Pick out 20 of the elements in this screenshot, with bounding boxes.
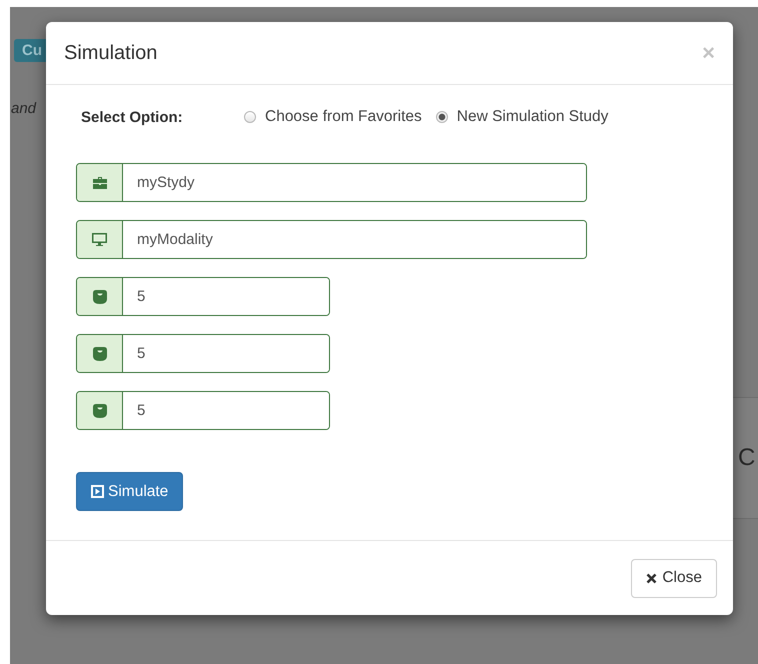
background-text: and (11, 100, 36, 117)
close-button[interactable]: Close (631, 558, 717, 598)
play-icon (91, 485, 104, 498)
input-field[interactable]: myModality (76, 220, 587, 259)
simulate-button[interactable]: Simulate (76, 472, 184, 511)
gauge-icon (92, 404, 106, 418)
briefcase-icon (92, 176, 106, 188)
input-field[interactable]: 5 (76, 391, 330, 430)
monitor-icon (92, 233, 107, 246)
radio-button[interactable] (244, 111, 256, 123)
background-heading: C (738, 444, 756, 472)
gauge-icon (92, 346, 106, 360)
radio-button[interactable] (436, 111, 448, 123)
input-field[interactable]: 5 (76, 334, 330, 373)
dialog-title: Simulation (64, 42, 158, 64)
option-label: Select Option: (81, 108, 184, 126)
gauge-icon (92, 290, 106, 304)
input-field[interactable]: myStydy (76, 163, 587, 202)
input-field[interactable]: 5 (76, 277, 330, 316)
close-icon (646, 572, 658, 584)
